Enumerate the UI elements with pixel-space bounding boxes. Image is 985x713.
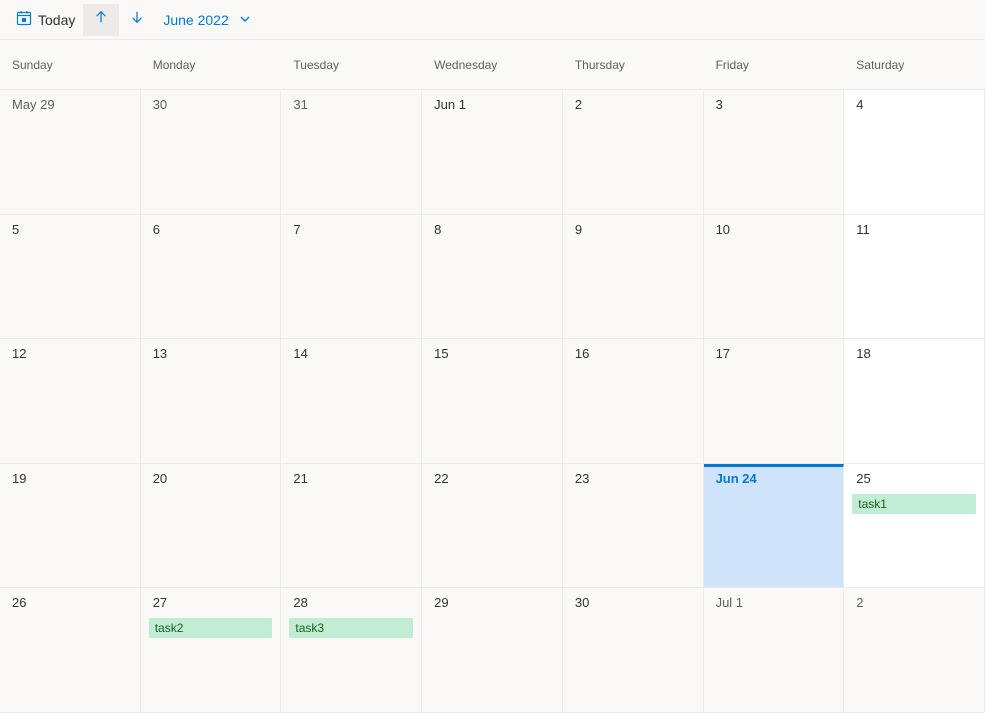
weekday-header: Sunday Monday Tuesday Wednesday Thursday…	[0, 40, 985, 90]
calendar-cell[interactable]: 26	[0, 588, 141, 713]
calendar-cell[interactable]: 28 task3	[281, 588, 422, 713]
calendar-cell[interactable]: 25 task1	[844, 464, 985, 589]
calendar-cell[interactable]: May 29	[0, 90, 141, 215]
calendar-cell[interactable]: 12	[0, 339, 141, 464]
calendar-cell[interactable]: 29	[422, 588, 563, 713]
date-label: 3	[704, 94, 844, 116]
calendar-cell[interactable]: 13	[141, 339, 282, 464]
date-label: 19	[0, 468, 140, 490]
arrow-down-icon	[130, 10, 144, 29]
date-label: 8	[422, 219, 562, 241]
date-label: 23	[563, 468, 703, 490]
calendar-event[interactable]: task2	[149, 618, 273, 638]
date-label: 4	[844, 94, 984, 116]
calendar-cell[interactable]: 2	[844, 588, 985, 713]
date-label: 29	[422, 592, 562, 614]
calendar-cell[interactable]: 23	[563, 464, 704, 589]
date-label: 25	[844, 468, 984, 490]
weekday-label: Monday	[141, 40, 282, 89]
calendar-cell[interactable]: 19	[0, 464, 141, 589]
calendar-event[interactable]: task3	[289, 618, 413, 638]
date-label: 30	[563, 592, 703, 614]
date-label: 14	[281, 343, 421, 365]
date-label: 27	[141, 592, 281, 614]
calendar-cell[interactable]: 17	[704, 339, 845, 464]
date-label: 18	[844, 343, 984, 365]
calendar-cell[interactable]: 30	[563, 588, 704, 713]
calendar-cell[interactable]: 15	[422, 339, 563, 464]
date-label: 11	[844, 219, 984, 241]
date-label: 2	[563, 94, 703, 116]
date-label: 2	[844, 592, 984, 614]
calendar-cell[interactable]: 14	[281, 339, 422, 464]
date-label: Jul 1	[704, 592, 844, 614]
date-label: 22	[422, 468, 562, 490]
calendar-cell[interactable]: 11	[844, 215, 985, 340]
calendar-cell[interactable]: 27 task2	[141, 588, 282, 713]
calendar-cell[interactable]: 2	[563, 90, 704, 215]
calendar-grid: May 293031Jun 12345678910111213141516171…	[0, 90, 985, 713]
calendar-cell[interactable]: 4	[844, 90, 985, 215]
calendar-cell[interactable]: 9	[563, 215, 704, 340]
date-label: 15	[422, 343, 562, 365]
date-label: 10	[704, 219, 844, 241]
weekday-label: Friday	[704, 40, 845, 89]
weekday-label: Wednesday	[422, 40, 563, 89]
calendar-cell[interactable]: 16	[563, 339, 704, 464]
weekday-label: Tuesday	[281, 40, 422, 89]
weekday-label: Saturday	[844, 40, 985, 89]
calendar-cell[interactable]: 5	[0, 215, 141, 340]
calendar-cell[interactable]: 10	[704, 215, 845, 340]
date-label: 20	[141, 468, 281, 490]
calendar-event[interactable]: task1	[852, 494, 976, 514]
chevron-down-icon	[239, 12, 251, 28]
calendar-cell[interactable]: 6	[141, 215, 282, 340]
date-label: Jun 24	[704, 468, 844, 490]
calendar-cell[interactable]: 8	[422, 215, 563, 340]
date-label: 12	[0, 343, 140, 365]
date-label: 28	[281, 592, 421, 614]
calendar-cell[interactable]: Jul 1	[704, 588, 845, 713]
calendar-icon	[16, 10, 32, 29]
weekday-label: Sunday	[0, 40, 141, 89]
calendar-cell[interactable]: 20	[141, 464, 282, 589]
date-label: Jun 1	[422, 94, 562, 116]
today-button[interactable]: Today	[8, 6, 83, 33]
today-button-label: Today	[38, 12, 75, 28]
calendar-cell[interactable]: Jun 1	[422, 90, 563, 215]
prev-button[interactable]	[83, 4, 119, 36]
date-label: 30	[141, 94, 281, 116]
date-label: 21	[281, 468, 421, 490]
calendar-cell[interactable]: 30	[141, 90, 282, 215]
month-picker[interactable]: June 2022	[163, 12, 250, 28]
arrow-up-icon	[94, 10, 108, 29]
date-label: 16	[563, 343, 703, 365]
date-label: 9	[563, 219, 703, 241]
calendar-cell[interactable]: 21	[281, 464, 422, 589]
next-button[interactable]	[119, 4, 155, 36]
date-label: 6	[141, 219, 281, 241]
calendar-cell[interactable]: 3	[704, 90, 845, 215]
date-label: May 29	[0, 94, 140, 116]
toolbar: Today June 2022	[0, 0, 985, 40]
date-label: 26	[0, 592, 140, 614]
date-label: 31	[281, 94, 421, 116]
calendar-cell[interactable]: Jun 24	[704, 464, 845, 589]
weekday-label: Thursday	[563, 40, 704, 89]
date-label: 5	[0, 219, 140, 241]
date-label: 7	[281, 219, 421, 241]
date-label: 17	[704, 343, 844, 365]
month-label: June 2022	[163, 12, 228, 28]
calendar-cell[interactable]: 7	[281, 215, 422, 340]
calendar-cell[interactable]: 22	[422, 464, 563, 589]
calendar-cell[interactable]: 31	[281, 90, 422, 215]
date-label: 13	[141, 343, 281, 365]
calendar-cell[interactable]: 18	[844, 339, 985, 464]
